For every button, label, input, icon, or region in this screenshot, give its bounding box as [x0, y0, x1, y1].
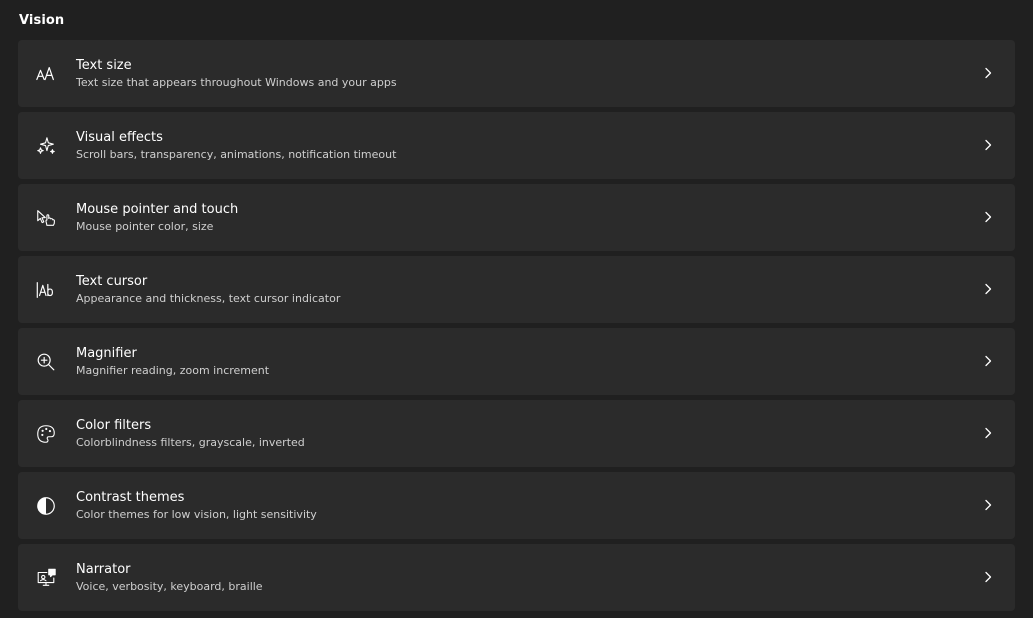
chevron-right-icon	[981, 282, 995, 296]
setting-description: Magnifier reading, zoom increment	[76, 364, 270, 377]
palette-icon	[34, 422, 58, 446]
setting-description: Color themes for low vision, light sensi…	[76, 508, 317, 521]
chevron-right-icon	[981, 570, 995, 584]
setting-title: Color filters	[76, 418, 152, 433]
setting-visual-effects[interactable]: Visual effects Scroll bars, transparency…	[18, 112, 1015, 179]
setting-color-filters[interactable]: Color filters Colorblindness filters, gr…	[18, 400, 1015, 467]
setting-title: Text size	[76, 58, 132, 73]
setting-narrator[interactable]: Narrator Voice, verbosity, keyboard, bra…	[18, 544, 1015, 611]
vision-settings-list: Text size Text size that appears through…	[18, 40, 1015, 616]
chevron-right-icon	[981, 66, 995, 80]
setting-description: Voice, verbosity, keyboard, braille	[76, 580, 263, 593]
text-size-icon	[34, 62, 58, 86]
chevron-right-icon	[981, 498, 995, 512]
setting-title: Narrator	[76, 562, 131, 577]
setting-title: Visual effects	[76, 130, 163, 145]
setting-description: Text size that appears throughout Window…	[76, 76, 397, 89]
text-cursor-icon	[34, 278, 58, 302]
setting-text-cursor[interactable]: Text cursor Appearance and thickness, te…	[18, 256, 1015, 323]
setting-mouse-pointer-and-touch[interactable]: Mouse pointer and touch Mouse pointer co…	[18, 184, 1015, 251]
settings-page: Vision Text size Text size that appears …	[0, 0, 1033, 618]
setting-description: Mouse pointer color, size	[76, 220, 214, 233]
setting-description: Scroll bars, transparency, animations, n…	[76, 148, 397, 161]
setting-magnifier[interactable]: Magnifier Magnifier reading, zoom increm…	[18, 328, 1015, 395]
setting-description: Colorblindness filters, grayscale, inver…	[76, 436, 305, 449]
setting-title: Mouse pointer and touch	[76, 202, 239, 217]
sparkle-icon	[34, 134, 58, 158]
magnifier-icon	[34, 350, 58, 374]
setting-contrast-themes[interactable]: Contrast themes Color themes for low vis…	[18, 472, 1015, 539]
section-title: Vision	[19, 13, 65, 28]
setting-title: Text cursor	[76, 274, 148, 289]
chevron-right-icon	[981, 354, 995, 368]
pointer-touch-icon	[34, 206, 58, 230]
chevron-right-icon	[981, 210, 995, 224]
chevron-right-icon	[981, 138, 995, 152]
setting-title: Magnifier	[76, 346, 137, 361]
chevron-right-icon	[981, 426, 995, 440]
setting-description: Appearance and thickness, text cursor in…	[76, 292, 341, 305]
contrast-icon	[34, 494, 58, 518]
setting-text-size[interactable]: Text size Text size that appears through…	[18, 40, 1015, 107]
setting-title: Contrast themes	[76, 490, 185, 505]
narrator-icon	[34, 566, 58, 590]
